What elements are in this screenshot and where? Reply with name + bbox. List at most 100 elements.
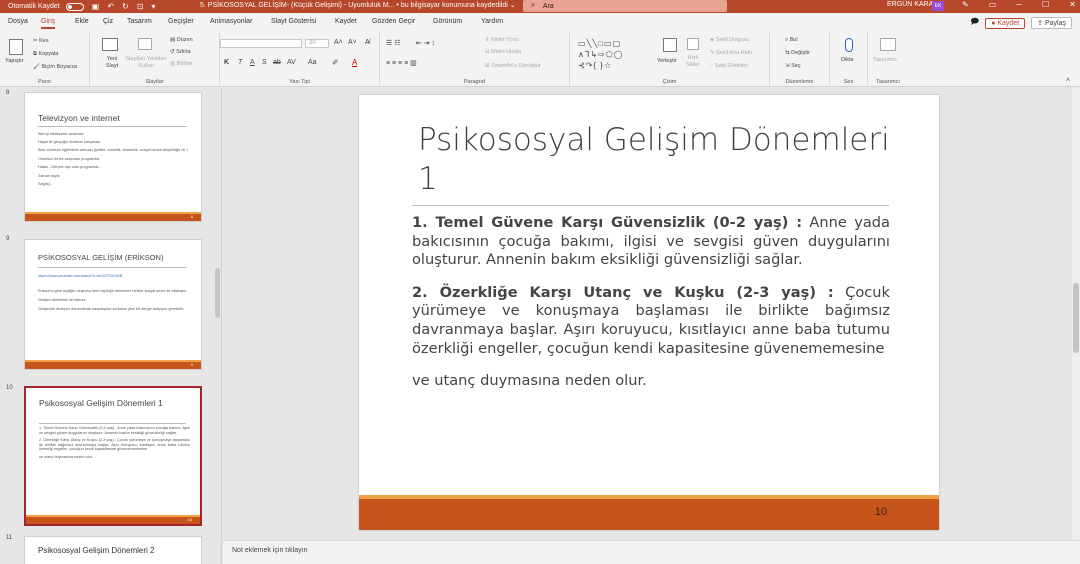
tab-gecisler[interactable]: Geçişler xyxy=(168,18,194,25)
thumbnail-slide-8[interactable]: Televizyon ve internet Aile içi etkileşi… xyxy=(24,92,202,222)
thumb-line: Bazı olumsuz eğilimlerin artması (şiddet… xyxy=(38,148,188,153)
designer-icon[interactable] xyxy=(880,38,896,51)
char-spacing-button[interactable]: AV xyxy=(287,59,296,66)
microphone-icon[interactable] xyxy=(845,38,853,52)
customize-qa-icon[interactable]: ▾ xyxy=(151,2,155,11)
ribbon-display-icon[interactable]: ▭ xyxy=(989,0,997,9)
shadow-button[interactable]: S xyxy=(262,59,267,66)
change-case-button[interactable]: Aa xyxy=(308,59,317,66)
tab-gorunum[interactable]: Görünüm xyxy=(433,18,462,25)
arrange-icon[interactable] xyxy=(663,38,677,52)
reset-button[interactable]: ↺ Sıfırla xyxy=(170,49,191,55)
italic-button[interactable]: T xyxy=(238,59,242,66)
replace-button[interactable]: ⇆ Değiştir xyxy=(785,50,810,56)
pen-icon[interactable]: ✎ xyxy=(962,0,969,9)
thumb-number: 8 xyxy=(6,90,10,96)
document-title[interactable]: 5. PSİKOSOSYAL GELİŞİM- (Küçük Gelişimi)… xyxy=(200,1,516,9)
maximize-icon[interactable]: ☐ xyxy=(1042,0,1049,9)
highlight-icon[interactable]: ✐ xyxy=(332,58,339,67)
comments-icon[interactable]: 🗩 xyxy=(970,16,979,30)
font-color-icon[interactable]: A xyxy=(352,58,357,67)
shrink-font-icon[interactable]: A˅ xyxy=(348,39,357,46)
tab-kaydet[interactable]: Kaydet xyxy=(335,18,357,25)
section-button[interactable]: ▥ Bölüm xyxy=(170,61,192,67)
thumb-body: https://www.youtube.com/watch?v=kkOUTOhO… xyxy=(38,274,191,312)
paste-button[interactable]: Yapıştır xyxy=(5,58,24,64)
thumbnail-slide-10[interactable]: Psikososyal Gelişim Dönemleri 1 1. Temel… xyxy=(24,386,202,526)
reuse-slides-icon[interactable] xyxy=(138,38,152,50)
text-direction-button[interactable]: ⇕ Metin Yönü xyxy=(485,37,519,43)
collapse-ribbon-icon[interactable]: ˄ xyxy=(1066,77,1070,84)
start-icon[interactable]: ⊡ xyxy=(137,2,144,11)
pano-label: Pano xyxy=(38,79,51,85)
avatar[interactable]: EK xyxy=(932,1,944,11)
redo-icon[interactable]: ↻ xyxy=(122,2,129,11)
scrollbar-thumb[interactable] xyxy=(215,268,220,318)
undo-icon[interactable]: ↶ xyxy=(107,2,114,11)
quick-styles-icon[interactable] xyxy=(687,38,699,50)
notes-pane[interactable]: Not eklemek için tıklayın xyxy=(223,540,1080,564)
paste-icon[interactable] xyxy=(9,39,23,55)
indent-icons[interactable]: ⇤ ⇥ ↕ xyxy=(416,39,435,47)
save-icon[interactable]: ▣ xyxy=(92,2,100,11)
editor-scrollbar-thumb[interactable] xyxy=(1073,283,1079,353)
thumbnail-slide-9[interactable]: PSİKOSOSYAL GELİŞİM (ERİKSON) https://ww… xyxy=(24,239,202,370)
record-button[interactable]: ● Kaydet xyxy=(985,17,1026,29)
shape-fill-button[interactable]: ◈ Şekil Dolgusu xyxy=(710,37,749,43)
bullets-icon[interactable]: ☰ ☷ xyxy=(386,39,401,47)
autosave-toggle[interactable] xyxy=(65,2,84,11)
copy-label: Kopyala xyxy=(38,51,59,57)
bold-button[interactable]: K xyxy=(224,59,229,66)
cut-button[interactable]: ✂ Kes xyxy=(33,38,49,44)
user-name[interactable]: ERGÜN KARA xyxy=(887,1,933,8)
tab-tasarim[interactable]: Tasarım xyxy=(127,18,152,25)
minimize-icon[interactable]: ─ xyxy=(1016,0,1022,9)
select-button[interactable]: ⇲ Seç xyxy=(785,63,801,69)
tab-slayt-gosterisi[interactable]: Slayt Gösterisi xyxy=(271,18,316,25)
underline-button[interactable]: A xyxy=(250,59,255,66)
reuse-slides-button[interactable]: Slaytları Yeniden Kullan xyxy=(123,56,169,70)
editor-scrollbar[interactable] xyxy=(1072,88,1080,540)
smartart-button[interactable]: ⊞ SmartArt'a Dönüştür xyxy=(485,63,541,69)
thumbnail-slide-11[interactable]: Psikososyal Gelişim Dönemleri 2 xyxy=(24,536,202,564)
shape-effects-button[interactable]: ◌ Şekil Efektleri xyxy=(710,63,748,69)
clear-format-icon[interactable]: A̸ xyxy=(365,39,370,46)
share-button[interactable]: ⇪ Paylaş xyxy=(1031,17,1072,29)
font-name-dropdown[interactable] xyxy=(220,39,302,48)
tab-dosya[interactable]: Dosya xyxy=(8,18,28,25)
align-text-button[interactable]: ⊟ Metni Hizala xyxy=(485,49,521,55)
copy-button[interactable]: ⧉ Kopyala xyxy=(33,51,58,58)
font-size-dropdown[interactable]: 20 xyxy=(305,39,329,48)
tab-giris[interactable]: Giriş xyxy=(41,18,56,29)
new-slide-button[interactable]: Yeni Slayt xyxy=(100,56,124,70)
quick-styles-button[interactable]: Hızlı Stiller xyxy=(682,55,704,69)
slide-editor: Psikososyal Gelişim Dönemleri 1 1. Temel… xyxy=(223,88,1080,540)
title-rule xyxy=(412,205,889,206)
thumb-title: Psikososyal Gelişim Dönemleri 2 xyxy=(38,546,155,555)
thumbnails-scrollbar[interactable] xyxy=(214,88,220,564)
dictate-button[interactable]: Dikte xyxy=(841,57,854,63)
slide-title[interactable]: Psikososyal Gelişim Dönemleri 1 xyxy=(418,121,898,199)
shapes-gallery[interactable]: ▭╲╲□▭▢ ∧⅂↳⇨⬠◯ ⊰↷{ }☆ xyxy=(578,38,624,71)
find-button[interactable]: ⌕ Bul xyxy=(785,37,798,44)
align-icons[interactable]: ≡ ≡ ≡ ≡ ▥ xyxy=(386,59,417,67)
search-box[interactable]: ⌕ Ara xyxy=(523,0,727,12)
designer-button[interactable]: Tasarımcı xyxy=(873,57,897,63)
new-slide-icon[interactable] xyxy=(102,38,118,51)
tab-ekle[interactable]: Ekle xyxy=(75,18,89,25)
close-icon[interactable]: ✕ xyxy=(1069,0,1076,9)
tab-ciz[interactable]: Çiz xyxy=(103,18,113,25)
layout-button[interactable]: ▤ Düzen xyxy=(170,37,193,43)
thumb-link[interactable]: https://www.youtube.com/watch?v=kkOUTOhO… xyxy=(38,274,191,279)
grow-font-icon[interactable]: A˄ xyxy=(334,39,343,46)
format-painter-button[interactable]: 🖌 Biçim Boyacısı xyxy=(33,64,78,70)
tab-animasyonlar[interactable]: Animasyonlar xyxy=(210,18,252,25)
tab-gozden-gecir[interactable]: Gözden Geçir xyxy=(372,18,415,25)
group-tasarimci: Tasarımcı Tasarımcı xyxy=(868,33,908,85)
tab-yardim[interactable]: Yardım xyxy=(481,18,503,25)
arrange-button[interactable]: Yerleştir xyxy=(657,58,677,64)
slide-content[interactable]: 1. Temel Güvene Karşı Güvensizlik (0-2 y… xyxy=(412,214,890,391)
shape-outline-button[interactable]: ✎ Şekil Ana Hattı xyxy=(710,50,752,56)
strikethrough-button[interactable]: ab xyxy=(273,59,281,66)
current-slide[interactable]: Psikososyal Gelişim Dönemleri 1 1. Temel… xyxy=(359,95,939,530)
